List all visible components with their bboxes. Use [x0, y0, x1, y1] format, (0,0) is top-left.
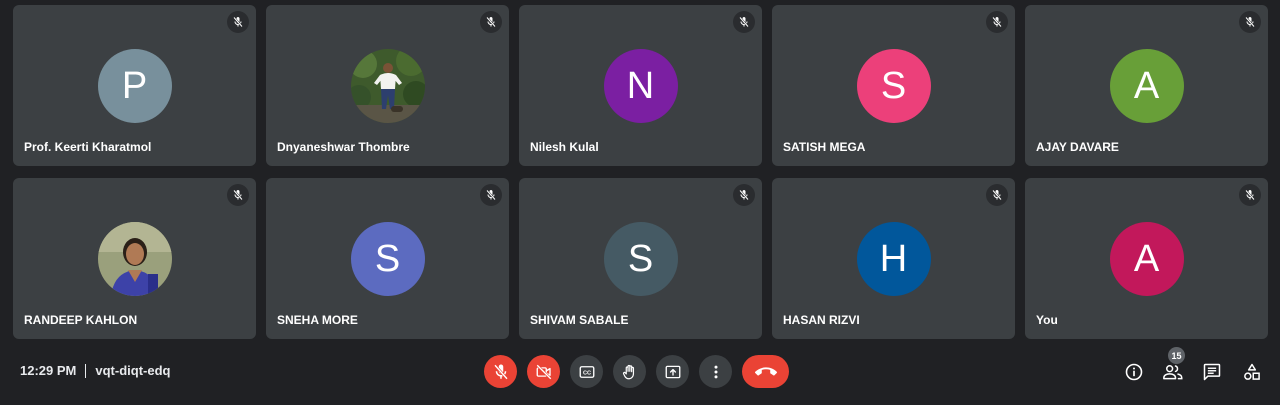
side-panel-controls: 15: [1120, 347, 1280, 388]
camera-toggle-button[interactable]: [527, 355, 560, 388]
more-options-icon: [714, 365, 717, 378]
participant-tile[interactable]: S SNEHA MORE: [266, 178, 509, 339]
participant-name: AJAY DAVARE: [1036, 140, 1119, 154]
participant-tile[interactable]: S SATISH MEGA: [772, 5, 1015, 166]
participant-tile[interactable]: A You: [1025, 178, 1268, 339]
avatar-initial: S: [627, 237, 654, 280]
avatar: N: [603, 49, 678, 123]
avatar-initial: S: [880, 64, 907, 107]
avatar: S: [350, 222, 425, 296]
muted-indicator: [227, 184, 249, 206]
participant-tile[interactable]: S SHIVAM SABALE: [519, 178, 762, 339]
avatar: S: [856, 49, 931, 123]
participant-name: HASAN RIZVI: [783, 313, 860, 327]
participants-button[interactable]: 15: [1159, 347, 1187, 386]
muted-indicator: [1239, 184, 1261, 206]
avatar: H: [856, 222, 931, 296]
captions-icon: CC: [579, 365, 594, 378]
participant-tile[interactable]: Dnyaneshwar Thombre: [266, 5, 509, 166]
participant-name: SHIVAM SABALE: [530, 313, 629, 327]
participant-tile[interactable]: N Nilesh Kulal: [519, 5, 762, 166]
raise-hand-button[interactable]: [613, 355, 646, 388]
participant-tile[interactable]: A AJAY DAVARE: [1025, 5, 1268, 166]
call-controls: CC: [484, 355, 789, 388]
mic-muted-icon: [739, 16, 749, 28]
participant-count-badge: 15: [1168, 347, 1185, 364]
avatar-initial: A: [1133, 237, 1160, 280]
mic-muted-icon: [233, 16, 243, 28]
avatar: S: [603, 222, 678, 296]
activities-button[interactable]: [1238, 358, 1266, 386]
chat-button[interactable]: [1198, 358, 1226, 386]
muted-indicator: [733, 184, 755, 206]
mic-muted-icon: [1245, 16, 1255, 28]
mic-muted-icon: [739, 189, 749, 201]
participant-tile[interactable]: RANDEEP KAHLON: [13, 178, 256, 339]
mic-off-icon: [493, 363, 508, 380]
chat-icon: [1203, 363, 1221, 381]
participant-name: SNEHA MORE: [277, 313, 358, 327]
mic-muted-icon: [233, 189, 243, 201]
leave-call-button[interactable]: [742, 355, 789, 388]
leave-call-icon: [754, 366, 777, 376]
avatar: A: [1109, 49, 1184, 123]
meeting-info: 12:29 PM vqt-diqt-edq: [20, 363, 170, 378]
avatar: P: [97, 49, 172, 123]
mic-toggle-button[interactable]: [484, 355, 517, 388]
participant-name: Dnyaneshwar Thombre: [277, 140, 410, 154]
participant-tile[interactable]: H HASAN RIZVI: [772, 178, 1015, 339]
raise-hand-icon: [622, 364, 634, 379]
participant-grid: P Prof. Keerti Kharatmol Dnyaneshwar Thomb…: [13, 5, 1268, 339]
avatar-initial: A: [1133, 64, 1160, 107]
muted-indicator: [986, 11, 1008, 33]
camera-off-icon: [535, 363, 552, 380]
info-icon: [1125, 363, 1143, 381]
avatar: A: [1109, 222, 1184, 296]
muted-indicator: [1239, 11, 1261, 33]
separator: [85, 363, 87, 378]
meeting-code[interactable]: vqt-diqt-edq: [95, 363, 170, 378]
meeting-details-button[interactable]: [1120, 358, 1148, 386]
avatar-initial: N: [626, 64, 655, 107]
present-screen-button[interactable]: [656, 355, 689, 388]
captions-button[interactable]: CC: [570, 355, 603, 388]
avatar-initial: S: [374, 237, 401, 280]
participant-photo: [97, 222, 172, 296]
avatar-initial: H: [879, 237, 908, 280]
mic-muted-icon: [992, 189, 1002, 201]
mic-muted-icon: [486, 189, 496, 201]
mic-muted-icon: [486, 16, 496, 28]
participant-tile[interactable]: P Prof. Keerti Kharatmol: [13, 5, 256, 166]
mic-muted-icon: [992, 16, 1002, 28]
mic-muted-icon: [1245, 189, 1255, 201]
muted-indicator: [480, 184, 502, 206]
muted-indicator: [480, 11, 502, 33]
muted-indicator: [733, 11, 755, 33]
muted-indicator: [986, 184, 1008, 206]
bottom-control-bar: 12:29 PM vqt-diqt-edq CC 15: [0, 345, 1280, 405]
avatar: [97, 222, 172, 296]
more-options-button[interactable]: [699, 355, 732, 388]
meeting-time: 12:29 PM: [20, 363, 77, 378]
participant-photo: [350, 49, 425, 123]
participant-name: You: [1036, 313, 1058, 327]
participant-name: RANDEEP KAHLON: [24, 313, 138, 327]
svg-text:CC: CC: [582, 370, 590, 376]
people-icon: [1163, 365, 1183, 380]
avatar: [350, 49, 425, 123]
present-screen-icon: [665, 365, 680, 378]
participant-name: SATISH MEGA: [783, 140, 866, 154]
participant-name: Nilesh Kulal: [530, 140, 599, 154]
activities-icon: [1244, 363, 1260, 380]
muted-indicator: [227, 11, 249, 33]
avatar-initial: P: [121, 64, 148, 107]
participant-name: Prof. Keerti Kharatmol: [24, 140, 152, 154]
